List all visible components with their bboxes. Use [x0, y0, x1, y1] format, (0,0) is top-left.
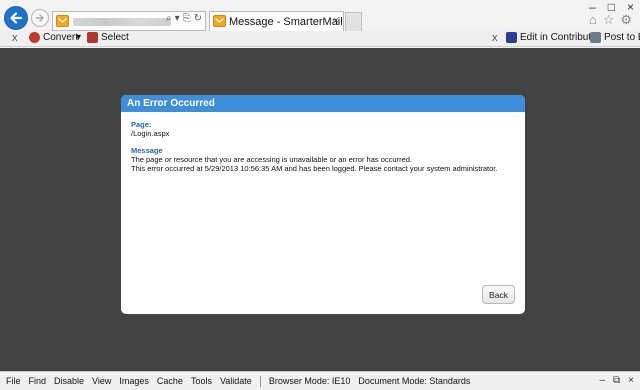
mail-favicon-icon — [56, 15, 69, 27]
minimize-devtools-icon[interactable]: – — [599, 375, 605, 386]
developer-menu: File Find Disable View Images Cache Tool… — [6, 376, 470, 387]
convert-pdf-icon — [29, 32, 40, 43]
post-to-blog-label: Post to Blo — [604, 32, 640, 43]
menu-images[interactable]: Images — [119, 376, 149, 387]
address-bar[interactable]: ⌕ ▾ ⎘ ↻ — [52, 11, 206, 31]
select-pdf-icon — [87, 32, 98, 43]
contribute-icon — [506, 32, 517, 43]
address-tools: ⌕ ▾ ⎘ ↻ — [166, 13, 202, 24]
dialog-body: Page: /Login.aspx Message The page or re… — [121, 112, 525, 173]
menu-disable[interactable]: Disable — [54, 376, 84, 387]
new-tab-button[interactable] — [345, 12, 362, 31]
page-content: An Error Occurred Page: /Login.aspx Mess… — [0, 48, 640, 371]
convert-label: Convert — [43, 32, 79, 43]
unpin-devtools-icon[interactable]: ⧉ — [613, 375, 620, 386]
developer-toolbar: File Find Disable View Images Cache Tool… — [0, 371, 640, 390]
page-value: /Login.aspx — [131, 129, 170, 138]
blog-icon — [590, 32, 601, 43]
back-navigation-button[interactable] — [4, 6, 28, 30]
error-dialog: An Error Occurred Page: /Login.aspx Mess… — [121, 95, 525, 314]
message-line-2: This error occurred at 5/29/2013 10:56:3… — [131, 164, 498, 173]
convert-button[interactable]: Convert — [29, 32, 78, 43]
search-icon[interactable]: ⌕ — [166, 13, 172, 24]
menu-cache[interactable]: Cache — [157, 376, 183, 387]
menu-find[interactable]: Find — [29, 376, 47, 387]
dialog-title: An Error Occurred — [121, 95, 525, 112]
document-mode-menu[interactable]: Document Mode: Standards — [358, 376, 470, 387]
close-devtools-icon[interactable]: × — [628, 375, 634, 386]
browser-mode-menu[interactable]: Browser Mode: IE10 — [269, 376, 351, 387]
select-label: Select — [101, 32, 129, 43]
page-label: Page: — [131, 120, 152, 129]
tab-title: Message - SmarterMail — [229, 16, 343, 28]
close-contribute-toolbar-icon[interactable]: x — [492, 32, 498, 44]
menu-validate[interactable]: Validate — [220, 376, 252, 387]
menu-file[interactable]: File — [6, 376, 21, 387]
close-toolbar-icon[interactable]: x — [12, 32, 18, 44]
favorites-star-icon[interactable]: ☆ — [603, 12, 615, 28]
select-button[interactable]: Select — [87, 32, 129, 43]
forward-navigation-button[interactable] — [31, 9, 49, 27]
home-icon[interactable]: ⌂ — [589, 12, 597, 28]
command-bar: x Convert ▾ Select x Edit in Contribute … — [0, 31, 640, 47]
compat-view-icon[interactable]: ⎘ — [183, 13, 191, 24]
tab-close-icon[interactable]: × — [333, 15, 339, 27]
menu-view[interactable]: View — [92, 376, 111, 387]
edit-in-contribute-button[interactable]: Edit in Contribute — [506, 32, 597, 43]
message-line-1: The page or resource that you are access… — [131, 155, 412, 164]
gear-icon[interactable]: ⚙ — [620, 12, 632, 28]
menu-separator — [259, 376, 261, 387]
dropdown-arrow-icon[interactable]: ▾ — [175, 13, 180, 24]
developer-toolbar-controls: – ⧉ × — [599, 375, 634, 386]
back-arrow-icon — [10, 12, 23, 24]
menu-tools[interactable]: Tools — [191, 376, 212, 387]
message-label: Message — [131, 146, 163, 155]
back-button[interactable]: Back — [482, 285, 515, 304]
edit-in-contribute-label: Edit in Contribute — [520, 32, 597, 43]
browser-chrome: ⌕ ▾ ⎘ ↻ Message - SmarterMail × – □ × ⌂ … — [0, 0, 640, 31]
refresh-icon[interactable]: ↻ — [194, 13, 202, 24]
post-to-blog-button[interactable]: Post to Blo — [590, 32, 640, 43]
blurred-url — [73, 18, 171, 26]
forward-arrow-icon — [35, 14, 44, 22]
convert-dropdown-icon[interactable]: ▾ — [76, 32, 81, 43]
browser-tab-active[interactable]: Message - SmarterMail × — [209, 11, 344, 31]
mail-favicon-icon — [213, 15, 226, 27]
browser-side-icons: ⌂ ☆ ⚙ — [589, 12, 632, 28]
